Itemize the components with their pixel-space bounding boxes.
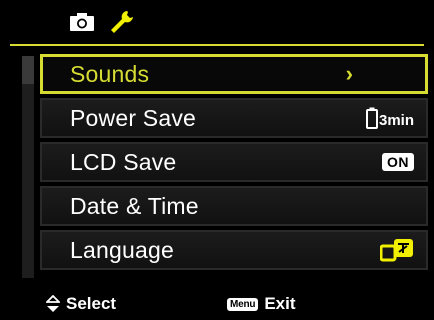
menu-item-date-time[interactable]: Date & Time [40, 186, 428, 226]
tab-setup[interactable] [102, 6, 142, 38]
scrollbar-thumb[interactable] [22, 56, 34, 84]
camera-icon [70, 13, 94, 31]
lcd-save-status-badge: ON [382, 153, 414, 171]
settings-menu: Sounds › Power Save 3min LCD Save ON Dat… [40, 54, 428, 274]
tab-camera[interactable] [62, 6, 102, 38]
tab-bar [0, 0, 434, 44]
wrench-icon [111, 11, 133, 33]
power-save-value: 3min [365, 100, 414, 136]
power-save-time: 3min [378, 112, 414, 129]
chevron-right-icon: › [345, 61, 353, 86]
footer-exit-label: Exit [264, 294, 296, 313]
footer-exit-hint: Menu Exit [227, 288, 296, 320]
menu-item-power-save[interactable]: Power Save 3min [40, 98, 428, 138]
language-icon [380, 239, 413, 262]
menu-item-label: Sounds [70, 60, 150, 87]
menu-item-language[interactable]: Language [40, 230, 428, 270]
up-down-arrows-icon [46, 295, 60, 312]
menu-item-label: LCD Save [70, 148, 177, 175]
footer-select-label: Select [66, 294, 117, 313]
menu-item-sounds[interactable]: Sounds › [40, 54, 428, 94]
menu-item-label: Power Save [70, 104, 197, 131]
menu-item-label: Language [70, 236, 174, 263]
footer-select-hint: Select [46, 288, 116, 320]
battery-icon [365, 107, 378, 129]
tab-underline [10, 44, 424, 46]
footer-bar: Select Menu Exit [0, 288, 434, 320]
menu-item-lcd-save[interactable]: LCD Save ON [40, 142, 428, 182]
scrollbar[interactable] [22, 56, 34, 278]
menu-item-label: Date & Time [70, 192, 199, 219]
menu-key-icon: Menu [227, 297, 259, 311]
